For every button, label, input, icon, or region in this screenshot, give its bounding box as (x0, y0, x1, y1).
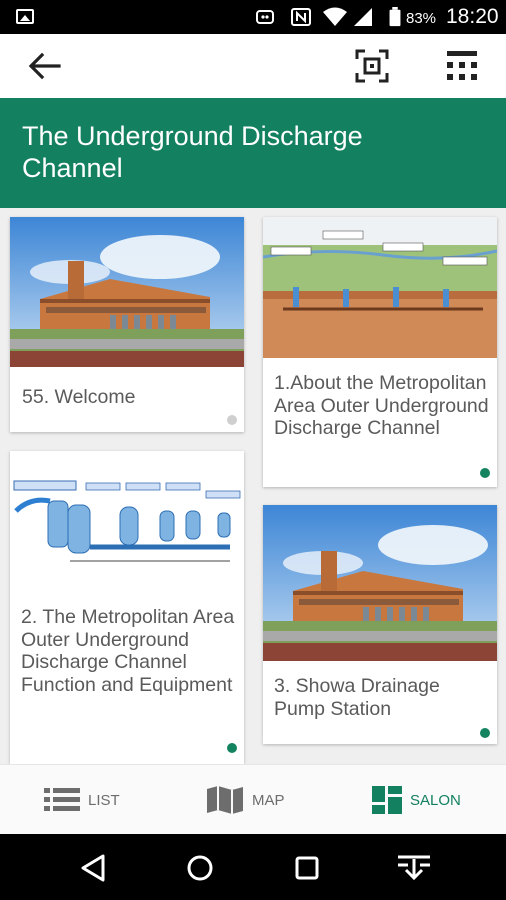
card-thumbnail (10, 451, 244, 601)
signal-icon (354, 8, 372, 26)
system-nav-bar (0, 834, 506, 900)
scan-button[interactable] (350, 44, 394, 88)
home-circle-icon (187, 855, 213, 881)
status-dot (227, 743, 237, 753)
recents-square-icon (295, 856, 319, 880)
qr-scan-icon (355, 49, 389, 83)
salon-card-about[interactable]: 1.About the Metropolitan Area Outer Unde… (263, 217, 497, 487)
nfc-icon (291, 8, 311, 26)
nav-recents-button[interactable] (287, 848, 327, 888)
salon-card-welcome[interactable]: 55. Welcome (10, 217, 244, 432)
page-title: The Underground Discharge Channel (22, 121, 363, 183)
status-dot (480, 728, 490, 738)
salon-grid: 55. Welcome 1.About the Metropolitan Are… (0, 208, 506, 764)
tab-salon[interactable]: SALON (372, 765, 461, 835)
nav-home-button[interactable] (180, 848, 220, 888)
tab-list[interactable]: LIST (44, 765, 120, 835)
tab-label: LIST (88, 791, 120, 809)
back-button[interactable] (22, 44, 66, 88)
card-label: 3. Showa Drainage Pump Station (274, 675, 440, 720)
tab-label: SALON (410, 791, 461, 809)
tab-label: MAP (252, 791, 285, 809)
salon-card-showa[interactable]: 3. Showa Drainage Pump Station (263, 505, 497, 744)
status-time: 18:20 (446, 5, 499, 28)
status-dot (227, 415, 237, 425)
nav-back-button[interactable] (74, 848, 114, 888)
status-bar: 83% 18:20 (0, 0, 506, 34)
salon-grid-icon (372, 786, 402, 814)
card-thumbnail (10, 217, 244, 367)
app-bar (0, 34, 506, 98)
battery-percent: 83% (406, 10, 437, 27)
tab-map[interactable]: MAP (206, 765, 285, 835)
card-label: 1.About the Metropolitan Area Outer Unde… (274, 372, 489, 439)
card-thumbnail (263, 505, 497, 661)
status-dot (480, 468, 490, 478)
nav-download-button[interactable] (394, 848, 434, 888)
image-icon (16, 9, 34, 24)
grid-menu-button[interactable] (440, 44, 484, 88)
map-icon (207, 786, 243, 814)
battery-icon (389, 7, 401, 27)
arrow-left-icon (28, 52, 61, 80)
notification-icon (256, 10, 274, 24)
list-icon (44, 788, 80, 811)
grid-menu-icon (447, 51, 477, 80)
download-icon (398, 855, 430, 881)
card-thumbnail (263, 217, 497, 358)
card-label: 2. The Metropolitan Area Outer Undergrou… (21, 606, 235, 696)
back-triangle-icon (81, 854, 105, 882)
wifi-icon (323, 7, 347, 26)
card-label: 55. Welcome (22, 386, 136, 408)
salon-card-function[interactable]: 2. The Metropolitan Area Outer Undergrou… (10, 451, 244, 764)
bottom-tab-bar: LIST MAP SALON (0, 764, 506, 834)
title-band: The Underground Discharge Channel (0, 98, 506, 208)
